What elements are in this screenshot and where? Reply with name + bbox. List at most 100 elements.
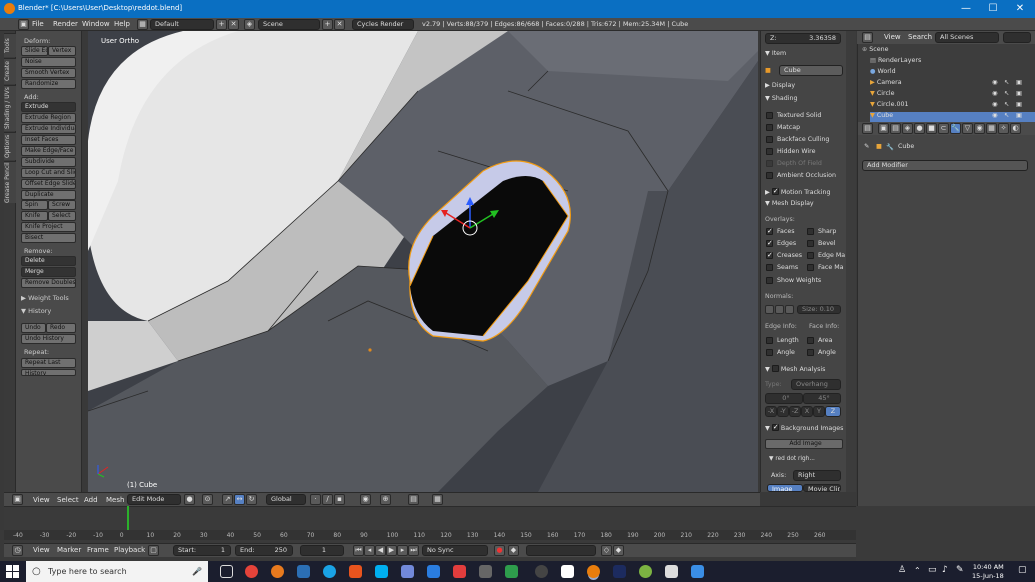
axis-neg-y-button[interactable]: -Y xyxy=(777,406,789,417)
mesh-display-panel[interactable]: ▼ Mesh Display xyxy=(765,200,814,207)
timeline-ruler[interactable] xyxy=(4,530,856,540)
jump-start-icon[interactable]: ⏮ xyxy=(353,545,364,556)
tab-create[interactable]: Create xyxy=(4,58,16,84)
screen-layout-icon[interactable]: ▦ xyxy=(137,19,148,30)
motion-tracking-panel[interactable]: ▶ Motion Tracking xyxy=(765,187,830,196)
show-weights-checkbox[interactable] xyxy=(766,277,773,284)
material-tab-icon[interactable]: ◉ xyxy=(974,123,985,134)
app-icon-10[interactable] xyxy=(691,565,704,578)
shading-panel[interactable]: ▼ Shading xyxy=(765,95,797,102)
outliner-filter-select[interactable]: All Scenes xyxy=(935,32,999,43)
render-preview-icon[interactable]: ▤ xyxy=(408,494,419,505)
menu-add[interactable]: Add xyxy=(84,496,98,504)
3d-viewport[interactable] xyxy=(88,31,758,492)
face-marks-checkbox[interactable] xyxy=(807,264,814,271)
discord-icon[interactable] xyxy=(401,565,414,578)
mesh-analysis-checkbox[interactable] xyxy=(771,365,779,372)
windows-start-icon[interactable] xyxy=(6,565,19,578)
merge-menu[interactable]: Merge xyxy=(21,267,76,277)
timeline-menu-frame[interactable]: Frame xyxy=(87,546,109,554)
add-image-button[interactable]: Add Image xyxy=(765,439,843,449)
remove-doubles-button[interactable]: Remove Doubles xyxy=(21,278,76,288)
insert-key-icon[interactable]: ◇ xyxy=(601,545,612,556)
length-checkbox[interactable] xyxy=(766,337,773,344)
translate-icon[interactable]: ↔ xyxy=(234,494,245,505)
menu-help[interactable]: Help xyxy=(114,20,130,28)
keying-icon[interactable]: ◆ xyxy=(508,545,519,556)
outliner-row-renderlayers[interactable]: ▤ RenderLayers xyxy=(870,57,1035,67)
edge-marks-checkbox[interactable] xyxy=(807,252,814,259)
select-arrow-icon[interactable]: ↖ xyxy=(1004,112,1009,119)
edges-checkbox[interactable] xyxy=(766,239,773,247)
outliner-row-camera[interactable]: ▶ Camera ◉ ↖ ▣ xyxy=(870,79,1035,89)
app-icon-1[interactable] xyxy=(323,565,336,578)
extrude-individual-button[interactable]: Extrude Individual xyxy=(21,124,76,134)
vertex-select-icon[interactable]: · xyxy=(310,494,321,505)
min-angle-field[interactable]: 0° xyxy=(765,393,803,404)
task-view-icon[interactable] xyxy=(220,565,233,578)
play-reverse-icon[interactable]: ◀ xyxy=(375,545,386,556)
tab-tools[interactable]: Tools xyxy=(4,33,16,57)
knife-project-button[interactable]: Knife Project xyxy=(21,222,76,232)
undo-button[interactable]: Undo xyxy=(21,323,46,333)
next-key-icon[interactable]: ▸ xyxy=(397,545,408,556)
background-images-checkbox[interactable] xyxy=(771,423,779,431)
proportional-edit-icon[interactable]: ◉ xyxy=(360,494,371,505)
object-tab-icon[interactable]: ■ xyxy=(926,123,937,134)
app-icon-7[interactable] xyxy=(535,565,548,578)
constraints-tab-icon[interactable]: ⊂ xyxy=(938,123,949,134)
display-panel[interactable]: ▶ Display xyxy=(765,82,795,89)
outliner-editor-icon[interactable]: ▤ xyxy=(862,32,873,43)
add-scene-icon[interactable]: + xyxy=(322,19,333,30)
axis-z-button[interactable]: Z xyxy=(825,406,841,417)
keying-set-field[interactable] xyxy=(526,545,596,556)
scene-icon[interactable]: ◈ xyxy=(244,19,255,30)
prev-key-icon[interactable]: ◂ xyxy=(364,545,375,556)
tab-grease-pencil[interactable]: Grease Pencil xyxy=(4,161,16,203)
axis-x-button[interactable]: X xyxy=(801,406,813,417)
taskbar-clock[interactable]: 10:40 AM 15-Jun-18 xyxy=(972,563,1004,581)
face-angle-checkbox[interactable] xyxy=(807,349,814,356)
world-tab-icon[interactable]: ● xyxy=(914,123,925,134)
tray-chevron-icon[interactable]: ⌃ xyxy=(914,566,921,575)
calculator-icon[interactable] xyxy=(665,565,678,578)
split-normals-icon[interactable] xyxy=(775,305,784,314)
sidebar-scrollbar[interactable] xyxy=(846,31,856,492)
properties-editor-icon[interactable]: ▤ xyxy=(862,123,873,134)
face-normals-icon[interactable] xyxy=(785,305,794,314)
faces-checkbox[interactable] xyxy=(766,227,773,235)
background-images-panel[interactable]: ▼ Background Images xyxy=(765,423,843,432)
photoshop-icon[interactable] xyxy=(613,565,626,578)
repeat-history-button[interactable]: History xyxy=(21,369,76,376)
layers-tab-icon[interactable]: ▤ xyxy=(890,123,901,134)
delete-key-icon[interactable]: ◆ xyxy=(613,545,624,556)
volume-icon[interactable]: ♪ xyxy=(942,565,948,575)
area-checkbox[interactable] xyxy=(807,337,814,344)
timeline-menu-view[interactable]: View xyxy=(33,546,50,554)
visibility-eye-icon[interactable]: ◉ xyxy=(992,101,998,108)
backface-culling-checkbox[interactable] xyxy=(766,136,773,143)
rotate-icon[interactable]: ↻ xyxy=(246,494,257,505)
tab-shading-uvs[interactable]: Shading / UVs xyxy=(4,85,16,131)
app-icon-2[interactable] xyxy=(349,565,362,578)
weight-tools-panel[interactable]: ▶ Weight Tools xyxy=(21,294,69,302)
physics-tab-icon[interactable]: ◐ xyxy=(1010,123,1021,134)
textured-solid-checkbox[interactable] xyxy=(766,112,773,119)
record-icon[interactable]: ● xyxy=(494,545,505,556)
menu-view[interactable]: View xyxy=(33,496,50,504)
motion-tracking-checkbox[interactable] xyxy=(771,187,779,195)
firefox-icon[interactable] xyxy=(271,565,284,578)
pivot-icon[interactable]: ⊙ xyxy=(202,494,213,505)
mode-select[interactable]: Edit Mode xyxy=(127,494,181,505)
particles-tab-icon[interactable]: ✧ xyxy=(998,123,1009,134)
render-camera-icon[interactable]: ▣ xyxy=(1016,112,1022,119)
render-camera-icon[interactable]: ▣ xyxy=(1016,90,1022,97)
ambient-occlusion-checkbox[interactable] xyxy=(766,172,773,179)
loop-cut-button[interactable]: Loop Cut and Slide xyxy=(21,168,76,178)
orientation-select[interactable]: Global xyxy=(266,494,306,505)
jump-end-icon[interactable]: ⏭ xyxy=(408,545,419,556)
mesh-analysis-panel[interactable]: ▼ Mesh Analysis xyxy=(765,364,825,373)
sharp-checkbox[interactable] xyxy=(807,228,814,235)
axis-select[interactable]: Right xyxy=(793,470,841,481)
face-select-icon[interactable]: ▪ xyxy=(334,494,345,505)
